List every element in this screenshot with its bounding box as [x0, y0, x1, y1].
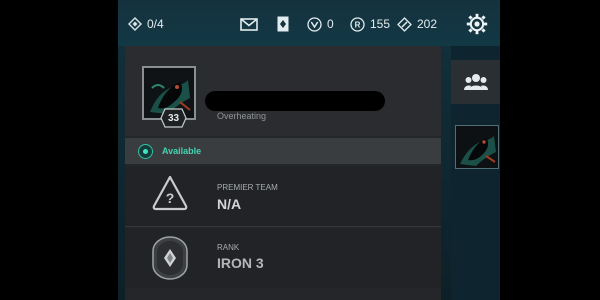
- profile-header[interactable]: 33 Overheating: [125, 46, 441, 136]
- mail-icon: [240, 17, 258, 31]
- missions-count: 0/4: [147, 17, 164, 31]
- status-online-icon: [138, 143, 153, 159]
- vp-icon: [397, 16, 412, 32]
- premier-team-label: PREMIER TEAM: [217, 183, 278, 192]
- profile-panel: 33 Overheating Available ? PREMIER TEAM …: [125, 46, 441, 300]
- premier-team-section[interactable]: ? PREMIER TEAM N/A: [125, 166, 441, 227]
- missions-counter[interactable]: 0/4: [128, 16, 164, 32]
- player-title: Overheating: [217, 111, 267, 121]
- vp-value: 202: [417, 17, 438, 31]
- premier-team-value: N/A: [217, 196, 242, 212]
- svg-text:R: R: [355, 20, 361, 29]
- mail-button[interactable]: [240, 16, 258, 32]
- account-level-badge: 33: [160, 108, 187, 128]
- social-people-icon: [463, 74, 488, 90]
- rank-section[interactable]: RANK IRON 3: [125, 228, 441, 288]
- status-label: Available: [162, 146, 202, 156]
- card-icon: [277, 16, 289, 32]
- settings-button[interactable]: [466, 12, 488, 36]
- account-level: 33: [167, 112, 180, 124]
- missions-diamond-icon: [128, 17, 142, 31]
- friend-avatar[interactable]: [455, 125, 499, 169]
- social-sidebar: [451, 46, 500, 300]
- radianite-points[interactable]: R 155: [350, 16, 390, 32]
- top-bar: 0/4 0 R 155 202: [118, 0, 500, 46]
- kingdom-credits[interactable]: 0: [307, 16, 334, 32]
- svg-text:?: ?: [166, 190, 175, 206]
- valorant-points[interactable]: 202: [397, 16, 437, 32]
- rank-iron-icon: [152, 236, 188, 280]
- card-button[interactable]: [277, 16, 289, 32]
- rank-label: RANK: [217, 243, 240, 252]
- kingdom-credits-value: 0: [327, 17, 334, 31]
- status-row[interactable]: Available: [125, 138, 441, 164]
- premier-question-icon: ?: [152, 175, 188, 211]
- kingdom-icon: [307, 16, 322, 32]
- radianite-value: 155: [370, 17, 391, 31]
- social-button[interactable]: [451, 60, 500, 104]
- radianite-icon: R: [350, 16, 365, 32]
- game-client-frame: 0/4 0 R 155 202 33 Overheating Available…: [118, 0, 500, 300]
- settings-gear-icon: [466, 13, 488, 35]
- redacted-player-name: [205, 91, 385, 111]
- rank-value: IRON 3: [217, 255, 264, 271]
